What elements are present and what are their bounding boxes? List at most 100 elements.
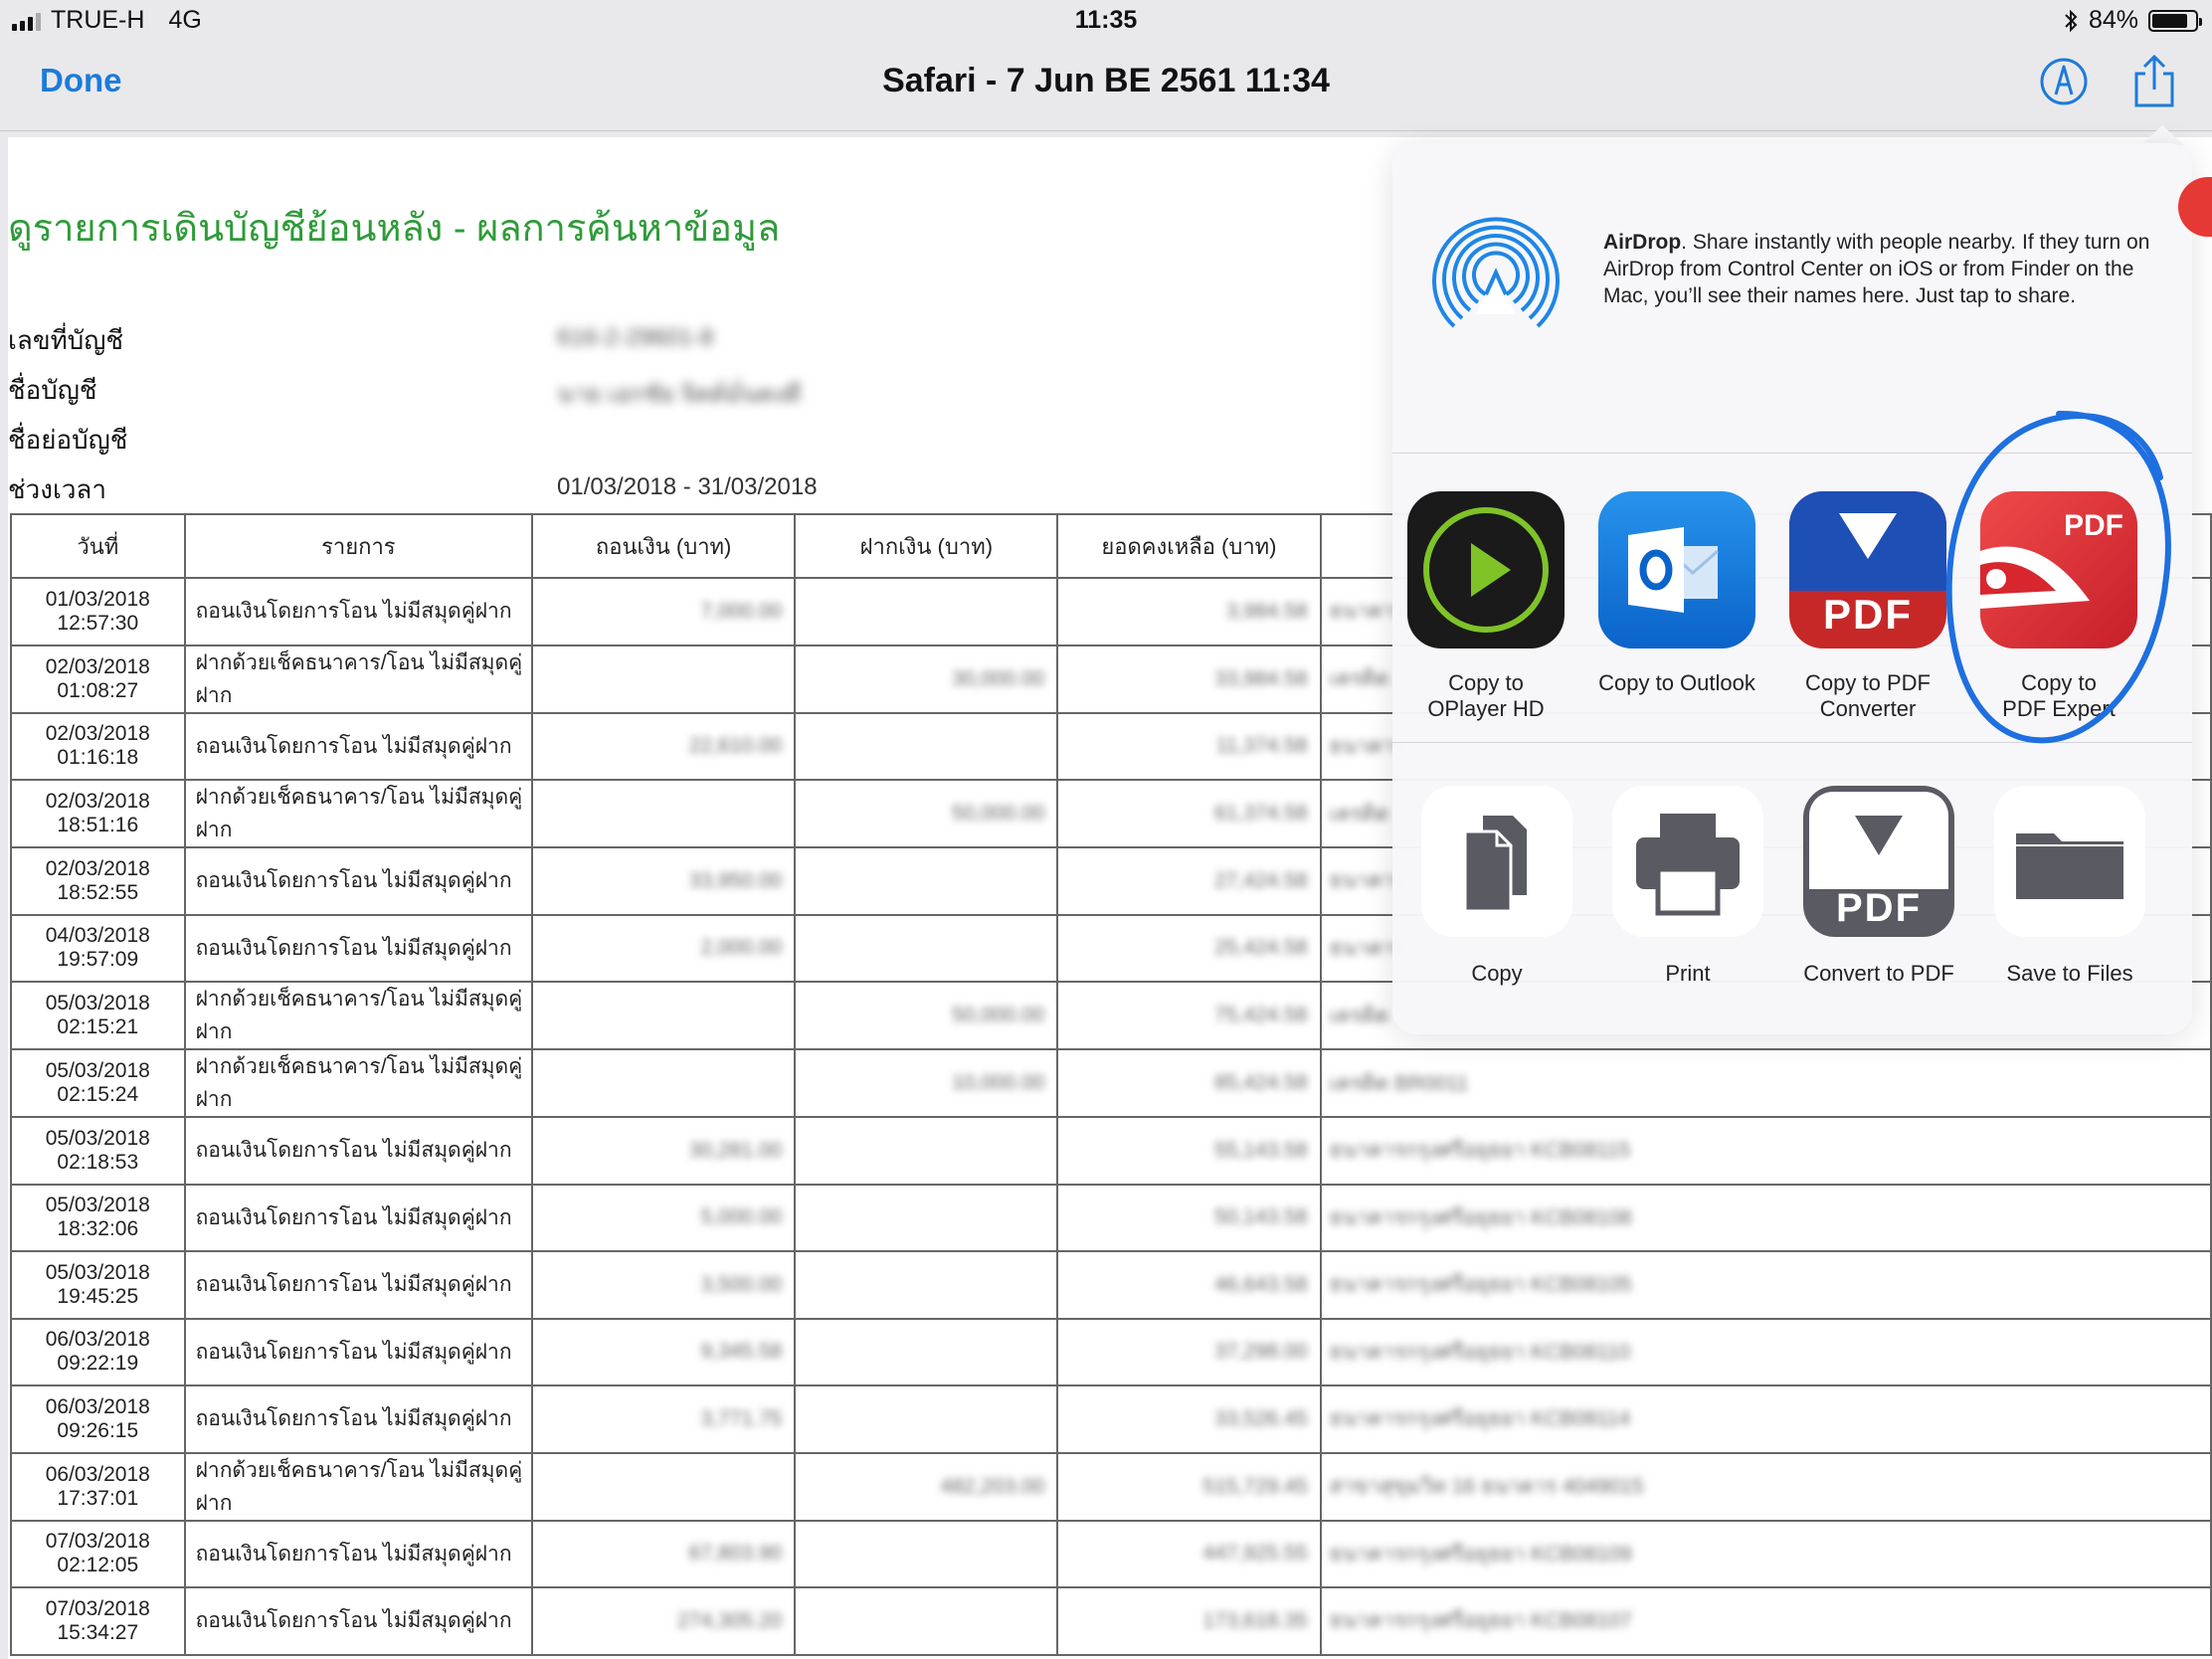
cell-balance: 27,424.58 [1056,846,1322,916]
cell-date-day: 06/03/2018 [45,1328,150,1352]
cell-balance-value: 515,729.45 [1202,1474,1308,1498]
print-icon [1612,786,1763,937]
share-icon[interactable] [2128,54,2180,109]
nav-bar: Done Safari - 7 Jun BE 2561 11:34 [0,40,2212,131]
cell-balance-value: 61,374.58 [1214,802,1308,825]
cell-withdraw-value: 67,803.90 [688,1542,783,1566]
field-value-account-number: 616-2-29601-8 [557,324,714,351]
cell-date-day: 05/03/2018 [45,1260,150,1284]
share-app-outlook[interactable]: Copy to Outlook [1587,491,1766,696]
markup-icon[interactable] [2039,57,2089,106]
cell-description: ถอนเงินโดยการโอน ไม่มีสมุดคู่ฝาก [183,1384,534,1454]
battery-icon [2148,9,2202,32]
cell-channel-value: ธนาคารกรุงศรีอยุธยา KCB08115 [1329,1139,1631,1163]
cell-channel: ธนาคารกรุงศรีอยุธยา KCB08105 [1319,1250,2212,1320]
cell-balance-value: 37,298.00 [1214,1340,1308,1364]
cell-withdraw-value: 30,281.00 [688,1138,783,1162]
cell-deposit [794,1116,1059,1186]
cell-deposit: 30,000.00 [794,644,1059,714]
cell-description: ถอนเงินโดยการโอน ไม่มีสมุดคู่ฝาก [183,711,534,781]
cell-date: 05/03/2018 02:18:53 [10,1116,186,1186]
cell-balance-value: 173,618.35 [1202,1608,1308,1632]
share-app-outlook-label: Copy to Outlook [1598,670,1755,695]
convert-pdf-icon: PDF [1803,786,1954,937]
cell-date-day: 05/03/2018 [45,992,150,1014]
action-copy-label: Copy [1471,961,1523,986]
status-right: 84% [2063,6,2202,35]
cell-withdraw: 30,281.00 [531,1116,797,1186]
cell-withdraw-value: 5,000.00 [700,1205,783,1229]
cell-deposit-value: 482,203.00 [940,1474,1045,1498]
cell-balance: 85,424.58 [1056,1048,1322,1118]
cell-deposit: 10,000.00 [794,1048,1059,1118]
cell-date: 05/03/2018 02:15:21 [10,981,186,1050]
cell-deposit [794,846,1059,916]
cell-description: ถอนเงินโดยการโอน ไม่มีสมุดคู่ฝาก [183,846,534,916]
cell-withdraw-value: 7,000.00 [700,599,783,623]
cell-withdraw: 3,500.00 [531,1250,797,1320]
outlook-icon [1598,491,1755,648]
cell-date-day: 06/03/2018 [45,1394,150,1418]
cell-channel: ธนาคารกรุงศรีอยุธยา KCB08110 [1319,1317,2212,1386]
cell-withdraw-value: 9,345.58 [700,1340,783,1364]
cell-date: 02/03/2018 01:08:27 [10,644,186,714]
cell-date: 05/03/2018 18:32:06 [10,1183,186,1252]
cell-balance: 11,374.58 [1056,711,1322,781]
cell-balance-value: 447,925.55 [1202,1542,1308,1566]
cell-balance-value: 33,526.45 [1214,1406,1308,1430]
cell-description: ถอนเงินโดยการโอน ไม่มีสมุดคู่ฝาก [183,1116,534,1186]
cell-balance-value: 85,424.58 [1214,1071,1308,1094]
cell-withdraw: 274,305.20 [531,1586,797,1656]
cell-channel-value: ธนาคารกรุงศรีอยุธยา KCB08108 [1329,1205,1632,1229]
status-bar: TRUE-H 4G 11:35 84% [0,0,2212,40]
cell-balance: 55,143.58 [1056,1116,1322,1186]
cell-date-time: 02:18:53 [57,1150,139,1174]
action-convert-pdf[interactable]: PDF Convert to PDF [1784,786,1973,987]
action-print[interactable]: Print [1593,786,1782,987]
share-app-oplayer[interactable]: Copy to OPlayer HD [1396,491,1575,722]
cell-deposit [794,1384,1059,1454]
action-save-files-label: Save to Files [2006,961,2133,986]
col-header-withdraw: ถอนเงิน (บาท) [531,513,797,579]
cell-channel-value: ธนาคารกรุงศรีอยุธยา KCB08110 [1329,1340,1631,1364]
airdrop-icon[interactable] [1426,207,1566,346]
oplayer-icon [1407,491,1565,648]
cell-date: 07/03/2018 15:34:27 [10,1586,186,1656]
share-app-pdf-expert-label2: PDF Expert [2002,696,2116,721]
share-sheet: AirDrop. Share instantly with people nea… [1392,143,2192,1034]
cell-deposit [794,577,1059,646]
cell-deposit [794,1519,1059,1588]
cell-balance-value: 55,143.58 [1214,1138,1308,1162]
cell-withdraw [531,1451,797,1522]
cell-balance: 50,143.58 [1056,1183,1322,1252]
convert-pdf-badge: PDF [1836,886,1922,930]
col-header-date: วันที่ [10,513,186,579]
cell-channel: สาขาสุขุมวิท 16 ธนาคาร 4049015 [1319,1451,2212,1522]
cell-withdraw: 9,345.58 [531,1317,797,1386]
document-title: ดูรายการเดินบัญชีย้อนหลัง - ผลการค้นหาข้… [8,208,781,250]
cell-balance: 173,618.35 [1056,1586,1322,1656]
cell-balance: 447,925.55 [1056,1519,1322,1588]
cell-withdraw: 2,000.00 [531,913,797,983]
cell-date-time: 09:22:19 [57,1352,139,1376]
cell-date-day: 05/03/2018 [45,1059,150,1082]
share-app-pdf-converter[interactable]: PDF Copy to PDF Converter [1778,491,1957,722]
cell-balance: 515,729.45 [1056,1451,1322,1522]
cell-withdraw-value: 3,771.75 [700,1406,783,1430]
action-save-files[interactable]: Save to Files [1975,786,2164,987]
cell-deposit: 50,000.00 [794,779,1059,848]
cell-withdraw: 22,610.00 [531,711,797,781]
cell-description: ถอนเงินโดยการโอน ไม่มีสมุดคู่ฝาก [183,1250,534,1320]
share-app-pdf-expert-label1: Copy to [2021,670,2097,695]
cell-balance-value: 50,143.58 [1214,1205,1308,1229]
pdf-expert-icon: PDF [1980,491,2137,648]
cell-date-time: 19:45:25 [57,1284,139,1308]
table-row: 05/03/2018 19:45:25 ถอนเงินโดยการโอน ไม่มี… [10,1250,2212,1320]
action-copy[interactable]: Copy [1402,786,1591,987]
cell-date-time: 17:37:01 [57,1486,139,1510]
cell-date-day: 07/03/2018 [45,1596,150,1620]
cell-date-time: 01:16:18 [57,746,139,770]
cell-date: 07/03/2018 02:12:05 [10,1519,186,1588]
cell-date: 05/03/2018 02:15:24 [10,1048,186,1118]
share-app-pdf-expert[interactable]: PDF Copy to PDF Expert [1969,491,2148,722]
